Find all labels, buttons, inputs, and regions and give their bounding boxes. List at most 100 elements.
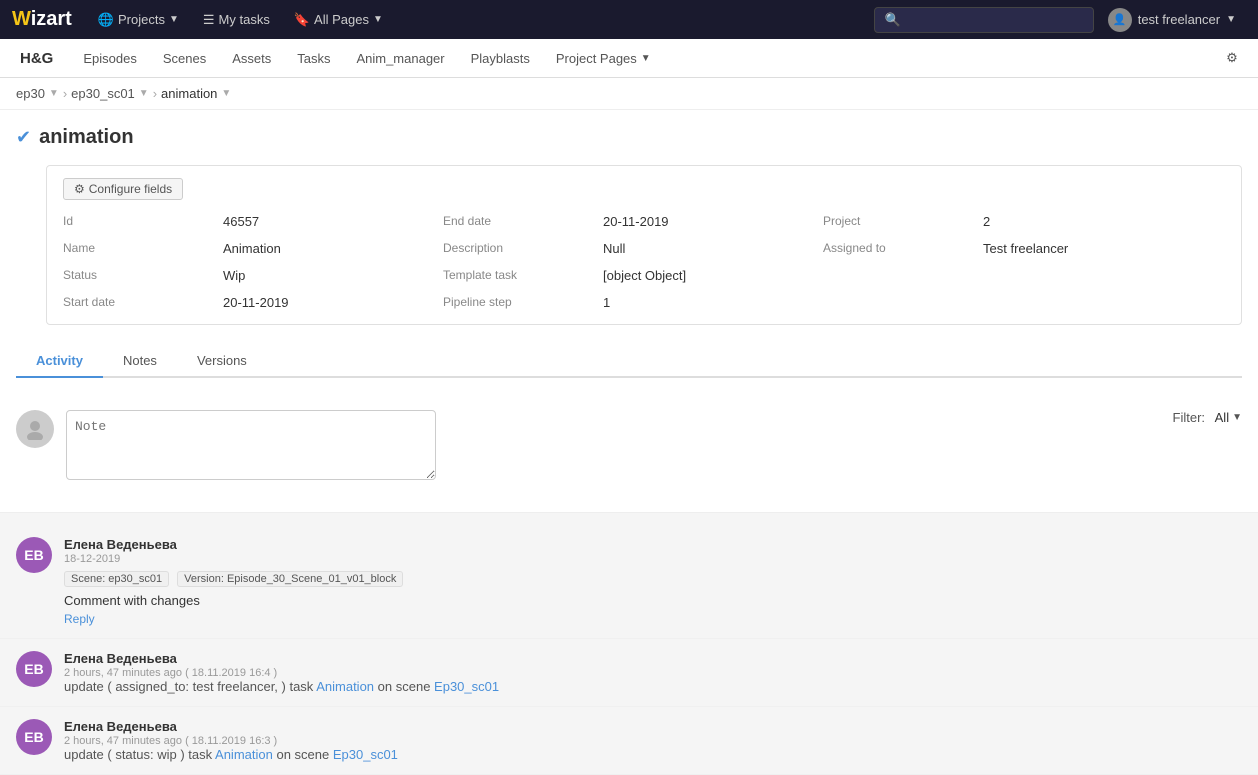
breadcrumb-animation[interactable]: animation ▼ [161, 86, 231, 101]
tab-notes[interactable]: Notes [103, 345, 177, 378]
breadcrumb-ep30-sc01-label: ep30_sc01 [71, 86, 135, 101]
filter-label: Filter: [1173, 410, 1206, 425]
field-label-project: Project [823, 212, 983, 231]
chevron-down-icon: ▼ [1232, 412, 1242, 423]
nav-all-pages[interactable]: 🔖 All Pages ▼ [284, 8, 393, 32]
globe-icon: 🌐 [98, 12, 114, 28]
comment-tags: Scene: ep30_sc01 Version: Episode_30_Sce… [64, 571, 1242, 587]
comment-date: 18-12-2019 [64, 553, 1242, 565]
field-label-template-task: Template task [443, 266, 603, 285]
field-label-status: Status [63, 266, 223, 285]
field-value-description: Null [603, 239, 823, 258]
chevron-down-icon: ▼ [641, 53, 651, 64]
comment-1: ЕВ Елена Веденьева 18-12-2019 Scene: ep3… [0, 525, 1258, 639]
comment-tag: Scene: ep30_sc01 [64, 571, 169, 587]
logo-text: Wizart [12, 8, 72, 31]
filter-button[interactable]: Filter: All ▼ [1173, 410, 1242, 425]
search-box[interactable]: 🔍 [874, 7, 1094, 33]
comment-update-text: update ( status: wip ) task Animation on… [64, 747, 1242, 762]
task-title: animation [39, 126, 133, 149]
current-user-avatar [16, 410, 54, 448]
nav-my-tasks[interactable]: ☰ My tasks [193, 8, 280, 32]
nav-all-pages-label: All Pages [314, 12, 369, 27]
task-fields-panel: ⚙ Configure fields Id 46557 End date 20-… [46, 165, 1242, 325]
nav-project-pages[interactable]: Project Pages ▼ [544, 45, 663, 72]
breadcrumb-ep30[interactable]: ep30 ▼ [16, 86, 59, 101]
breadcrumb-separator: › [63, 86, 67, 101]
scene-link[interactable]: Ep30_sc01 [434, 679, 499, 694]
chevron-down-icon: ▼ [1226, 14, 1236, 25]
task-link[interactable]: Animation [316, 679, 374, 694]
field-value-status: Wip [223, 266, 443, 285]
comment-body: Елена Веденьева 2 hours, 47 minutes ago … [64, 719, 1242, 762]
avatar: ЕВ [16, 719, 52, 755]
activity-area: Filter: All ▼ [0, 394, 1258, 512]
breadcrumb-ep30-sc01[interactable]: ep30_sc01 ▼ [71, 86, 149, 101]
comment-text: Comment with changes [64, 593, 1242, 608]
field-value-id: 46557 [223, 212, 443, 231]
task-title-area: ✔ animation [16, 126, 1242, 149]
nav-tasks[interactable]: Tasks [285, 45, 342, 72]
breadcrumb-animation-label: animation [161, 86, 217, 101]
fields-grid: Id 46557 End date 20-11-2019 Project 2 N… [63, 212, 1225, 312]
comments-section: ЕВ Елена Веденьева 18-12-2019 Scene: ep3… [0, 512, 1258, 775]
comment-author: Елена Веденьева [64, 651, 1242, 666]
nav-assets[interactable]: Assets [220, 45, 283, 72]
field-label-name: Name [63, 239, 223, 258]
update-prefix: update ( assigned_to: test freelancer, )… [64, 679, 313, 694]
comment-time: 2 hours, 47 minutes ago ( 18.11.2019 16:… [64, 667, 1242, 679]
page-content: ✔ animation ⚙ Configure fields Id 46557 … [0, 110, 1258, 394]
chevron-down-icon[interactable]: ▼ [139, 88, 149, 99]
field-label-assigned-to: Assigned to [823, 239, 983, 258]
update-prefix: update ( status: wip ) task [64, 747, 212, 762]
on-scene-text: on scene [276, 747, 329, 762]
field-value-template-task: [object Object] [603, 266, 823, 285]
field-label-start-date: Start date [63, 293, 223, 312]
user-menu[interactable]: 👤 test freelancer ▼ [1098, 4, 1246, 36]
configure-fields-label: Configure fields [89, 182, 172, 196]
chevron-down-icon: ▼ [169, 14, 179, 25]
avatar: ЕВ [16, 651, 52, 687]
breadcrumb-separator: › [153, 86, 157, 101]
nav-playblasts[interactable]: Playblasts [459, 45, 542, 72]
avatar: 👤 [1108, 8, 1132, 32]
filter-value: All [1215, 410, 1229, 425]
nav-projects[interactable]: 🌐 Projects ▼ [88, 8, 189, 32]
note-input-area: Filter: All ▼ [16, 410, 1242, 480]
tab-activity[interactable]: Activity [16, 345, 103, 378]
chevron-down-icon[interactable]: ▼ [49, 88, 59, 99]
bookmark-icon: 🔖 [294, 12, 310, 28]
logo[interactable]: Wizart [12, 8, 72, 31]
nav-episodes[interactable]: Episodes [71, 45, 148, 72]
breadcrumb: ep30 ▼ › ep30_sc01 ▼ › animation ▼ [0, 78, 1258, 110]
comment-tag: Version: Episode_30_Scene_01_v01_block [177, 571, 403, 587]
field-value-project: 2 [983, 212, 1203, 231]
reply-button[interactable]: Reply [64, 612, 1242, 626]
top-navigation: Wizart 🌐 Projects ▼ ☰ My tasks 🔖 All Pag… [0, 0, 1258, 39]
comment-update-text: update ( assigned_to: test freelancer, )… [64, 679, 1242, 694]
configure-fields-button[interactable]: ⚙ Configure fields [63, 178, 183, 200]
nav-anim-manager[interactable]: Anim_manager [344, 45, 456, 72]
field-label-pipeline-step: Pipeline step [443, 293, 603, 312]
field-label-end-date: End date [443, 212, 603, 231]
secondary-navigation: H&G Episodes Scenes Assets Tasks Anim_ma… [0, 39, 1258, 78]
comment-author: Елена Веденьева [64, 537, 1242, 552]
nav-project-pages-label: Project Pages [556, 51, 637, 66]
field-label-description: Description [443, 239, 603, 258]
settings-button[interactable]: ⚙ [1216, 42, 1248, 74]
comment-3: ЕВ Елена Веденьева 2 hours, 47 minutes a… [0, 707, 1258, 775]
tab-versions[interactable]: Versions [177, 345, 267, 378]
chevron-down-icon[interactable]: ▼ [221, 88, 231, 99]
field-label-id: Id [63, 212, 223, 231]
note-textarea[interactable] [66, 410, 436, 480]
gear-icon: ⚙ [74, 182, 85, 196]
nav-scenes[interactable]: Scenes [151, 45, 218, 72]
comment-body: Елена Веденьева 2 hours, 47 minutes ago … [64, 651, 1242, 694]
username: test freelancer [1138, 12, 1220, 27]
scene-link[interactable]: Ep30_sc01 [333, 747, 398, 762]
search-input[interactable] [907, 12, 1083, 27]
task-link[interactable]: Animation [215, 747, 273, 762]
field-value-end-date: 20-11-2019 [603, 212, 823, 231]
comment-author: Елена Веденьева [64, 719, 1242, 734]
nav-projects-label: Projects [118, 12, 165, 27]
